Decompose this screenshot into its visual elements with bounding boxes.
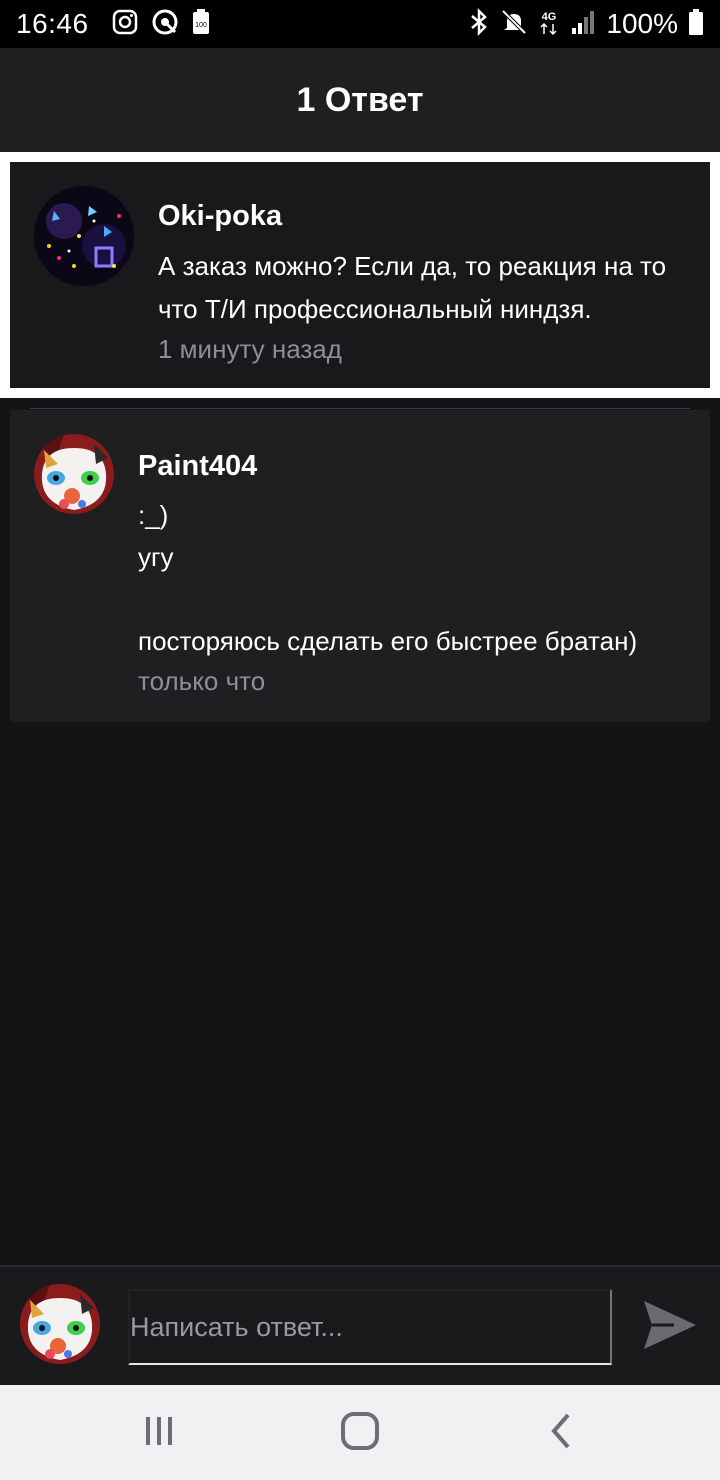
avatar[interactable] [34, 186, 134, 286]
svg-text:4G: 4G [542, 11, 557, 23]
back-icon [542, 1411, 582, 1456]
battery-percent: 100% [606, 8, 678, 39]
comment-line: :_) [138, 500, 169, 530]
comment-time: 1 минуту назад [158, 334, 342, 364]
comment-time: только что [138, 666, 266, 696]
home-button[interactable] [332, 1405, 388, 1461]
status-time: 16:46 [16, 8, 89, 39]
comment-text: А заказ можно? Если да, то реакция на то… [158, 251, 667, 324]
status-left-icons: 100 [111, 8, 211, 41]
target-icon [151, 8, 179, 41]
header: 1 Ответ [0, 48, 720, 152]
status-right-icons: 4G 100% [468, 7, 704, 41]
comment-author[interactable]: Paint404 [138, 450, 257, 483]
send-button[interactable] [640, 1295, 700, 1355]
send-icon [640, 1301, 700, 1359]
battery-saver-icon: 100 [191, 8, 211, 41]
back-button[interactable] [534, 1405, 590, 1461]
my-avatar [20, 1284, 100, 1364]
battery-icon [688, 8, 704, 41]
avatar[interactable] [34, 434, 114, 514]
comment-author[interactable]: Oki-poka [158, 200, 282, 233]
page-title: 1 Ответ [296, 80, 424, 119]
svg-text:100: 100 [195, 22, 207, 29]
instagram-icon [111, 8, 139, 41]
status-bar: 16:46 100 4G 100% [0, 0, 720, 48]
comment-line [138, 578, 698, 620]
mute-icon [500, 8, 528, 41]
comment-text: :_) угу посторяюсь сделать его быстрее б… [138, 494, 698, 662]
parent-comment-frame: Oki-poka А заказ можно? Если да, то реак… [0, 152, 720, 398]
divider [30, 408, 690, 409]
recent-apps-button[interactable] [131, 1405, 187, 1461]
signal-bars-icon [570, 8, 596, 41]
parent-comment[interactable]: Oki-poka А заказ можно? Если да, то реак… [10, 162, 710, 388]
lte-signal-icon: 4G [538, 8, 560, 41]
comment-line: посторяюсь сделать его быстрее братан) [138, 626, 638, 656]
compose-bar [0, 1265, 720, 1385]
bluetooth-icon [468, 7, 490, 41]
home-icon [340, 1411, 380, 1456]
reply-input[interactable] [128, 1289, 612, 1365]
system-nav-bar [0, 1385, 720, 1480]
reply-comment[interactable]: Paint404 :_) угу посторяюсь сделать его … [10, 410, 710, 722]
recent-apps-icon [139, 1411, 179, 1456]
comment-line: угу [138, 542, 174, 572]
